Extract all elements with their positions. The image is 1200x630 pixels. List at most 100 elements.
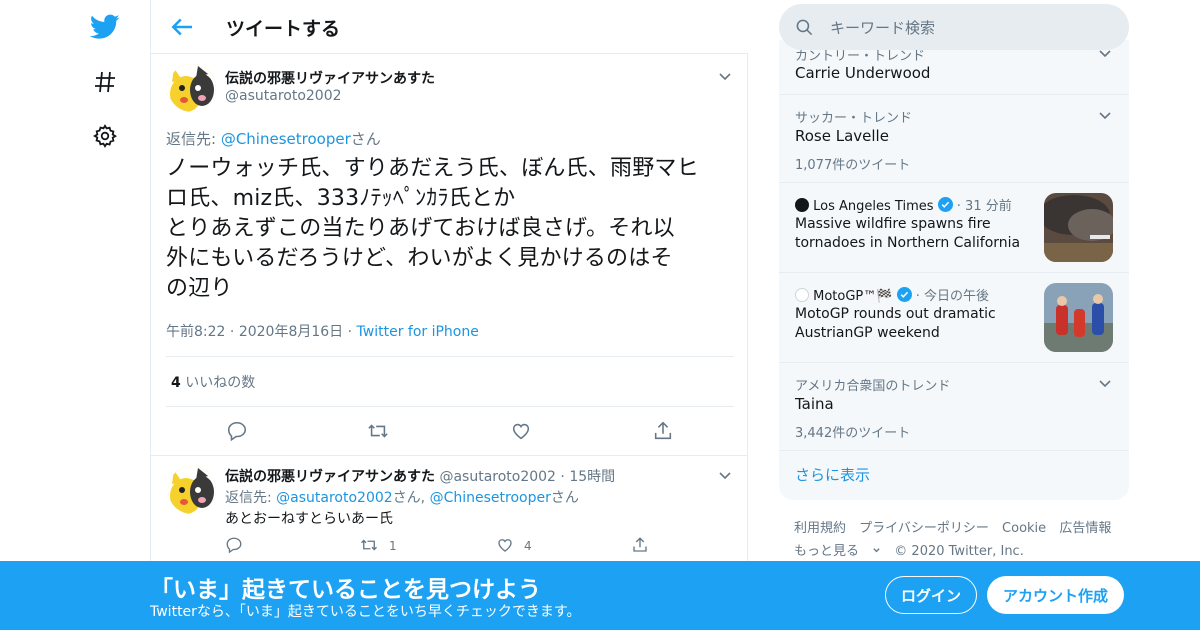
chevron-down-icon[interactable] — [1097, 375, 1113, 395]
avatar[interactable] — [168, 466, 216, 514]
login-button[interactable]: ログイン — [885, 576, 977, 614]
page-header: ツイートする — [151, 0, 748, 54]
trend-context: アメリカ合衆国のトレンド — [795, 379, 951, 394]
footer-link-privacy[interactable]: プライバシーポリシー — [859, 521, 989, 536]
reply-to-link[interactable]: @asutaroto2002 — [276, 490, 393, 506]
tweet-text: あとおーねすとらいあー氏 — [225, 511, 393, 527]
reply-header: 伝説の邪悪リヴァイアサンあすた @asutaroto2002 · 15時間 — [225, 469, 616, 485]
reply-to-link[interactable]: @Chinesetrooper — [221, 130, 351, 148]
search-input[interactable]: キーワード検索 — [830, 17, 935, 38]
trend-name: Rose Lavelle — [795, 127, 889, 145]
settings-gear-icon[interactable] — [88, 119, 122, 153]
tweet-date[interactable]: 2020年8月16日 — [239, 324, 343, 340]
share-icon[interactable] — [652, 420, 674, 442]
news-headline-line: AustrianGP weekend — [795, 325, 940, 341]
reply-suffix: さん — [350, 130, 381, 148]
news-source: MotoGP™🏁 — [813, 289, 893, 304]
news-time: 今日の午後 — [924, 289, 990, 304]
show-more-link[interactable]: さらに表示 — [795, 464, 870, 485]
search-box[interactable]: キーワード検索 — [779, 4, 1129, 50]
signup-button[interactable]: アカウント作成 — [987, 576, 1124, 614]
back-arrow-icon[interactable] — [167, 12, 197, 42]
tweet-text-line: の辺り — [166, 276, 233, 301]
tweet-time[interactable]: 15時間 — [569, 469, 615, 485]
chevron-down-icon — [873, 548, 880, 553]
reply-to-link[interactable]: @Chinesetrooper — [430, 490, 551, 506]
left-navigation — [0, 0, 150, 630]
reply-context: 返信先: @Chinesetrooperさん — [166, 128, 381, 149]
reply-prefix: 返信先: — [225, 490, 277, 506]
trend-name: Carrie Underwood — [795, 64, 931, 82]
retweet-count: 1 — [389, 539, 397, 553]
tweet-text-line: ロ氏、miz氏、333ﾉﾃｯﾍﾟﾝｶﾗ氏とか — [166, 186, 516, 211]
tweet-time[interactable]: 午前8:22 — [166, 324, 225, 340]
like-heart-icon[interactable] — [510, 420, 532, 442]
tweet-text-line: 外にもいるだろうけど、わいがよく見かけるのはそ — [166, 246, 673, 271]
trend-item[interactable]: アメリカ合衆国のトレンド Taina 3,442件のツイート — [779, 363, 1129, 451]
explore-hashtag-icon[interactable] — [88, 65, 122, 99]
news-item[interactable]: MotoGP™🏁 · 今日の午後 MotoGP rounds out drama… — [779, 273, 1129, 363]
footer-link-terms[interactable]: 利用規約 — [794, 521, 846, 536]
page-title: ツイートする — [226, 18, 341, 40]
news-source-logo-icon — [795, 288, 809, 302]
news-headline-line: tornadoes in Northern California — [795, 235, 1021, 251]
likes-label: いいねの数 — [185, 375, 256, 391]
main-column: ツイートする 伝説の邪悪リヴァイアサンあすた @asutaroto2002 返信… — [150, 0, 748, 630]
signup-banner: 「いま」起きていることを見つけよう Twitterなら、「いま」起きていることを… — [0, 561, 1200, 630]
news-time: 31 分前 — [965, 199, 1012, 214]
like-count: 4 — [524, 539, 532, 553]
motogp-news-thumbnail — [1044, 283, 1113, 352]
verified-badge-icon — [896, 287, 912, 302]
search-icon — [795, 18, 814, 41]
news-headline: MotoGP rounds out dramatic AustrianGP we… — [795, 305, 996, 343]
footer-more-label: もっと見る — [794, 544, 860, 559]
likes-count: 4 — [171, 375, 181, 391]
news-headline-line: MotoGP rounds out dramatic — [795, 306, 996, 322]
news-source-logo-icon — [795, 198, 809, 212]
footer-link-cookie[interactable]: Cookie — [1002, 521, 1046, 536]
tweet-text: ノーウォッチ氏、すりあだえう氏、ぼん氏、雨野マヒ ロ氏、miz氏、333ﾉﾃｯﾍ… — [166, 154, 741, 304]
news-meta: Los Angeles Times · 31 分前 — [795, 195, 1012, 214]
reply-prefix: 返信先: — [166, 130, 221, 148]
trend-item[interactable]: サッカー・トレンド Rose Lavelle 1,077件のツイート — [779, 95, 1129, 183]
trend-name: Taina — [795, 395, 834, 413]
chevron-down-icon[interactable] — [717, 68, 733, 88]
news-headline: Massive wildfire spawns fire tornadoes i… — [795, 215, 1020, 253]
avatar[interactable] — [168, 64, 216, 112]
verified-badge-icon — [937, 197, 953, 212]
reply-icon[interactable] — [225, 536, 245, 556]
twitter-logo-icon[interactable] — [88, 10, 122, 44]
share-icon[interactable] — [631, 536, 651, 556]
tweet-text-line: ノーウォッチ氏、すりあだえう氏、ぼん氏、雨野マヒ — [166, 156, 699, 181]
reply-mid: さん, — [392, 490, 430, 506]
footer-more-button[interactable]: もっと見る — [794, 544, 881, 559]
reply-suffix: さん — [550, 490, 579, 506]
divider — [166, 406, 734, 407]
chevron-down-icon[interactable] — [1097, 107, 1113, 127]
retweet-icon[interactable] — [360, 536, 380, 556]
news-item[interactable]: Los Angeles Times · 31 分前 Massive wildfi… — [779, 183, 1129, 273]
right-sidebar: カントリー・トレンド Carrie Underwood サッカー・トレンド Ro… — [779, 0, 1129, 630]
retweet-icon[interactable] — [367, 420, 389, 442]
display-name[interactable]: 伝説の邪悪リヴァイアサンあすた — [225, 68, 435, 88]
trend-tweet-count: 3,442件のツイート — [795, 426, 911, 441]
news-headline-line: Massive wildfire spawns fire — [795, 216, 991, 232]
banner-subtext: Twitterなら、「いま」起きていることをいち早くチェックできます。 — [150, 604, 581, 620]
copyright: © 2020 Twitter, Inc. — [894, 544, 1024, 559]
user-handle[interactable]: @asutaroto2002 — [225, 88, 342, 104]
tweet-meta: 午前8:22 · 2020年8月16日 · Twitter for iPhone — [166, 324, 479, 340]
banner-headline: 「いま」起きていることを見つけよう — [150, 577, 541, 603]
tweet-source-link[interactable]: Twitter for iPhone — [357, 324, 479, 340]
footer-link-ads[interactable]: 広告情報 — [1059, 521, 1111, 536]
chevron-down-icon[interactable] — [717, 467, 733, 487]
divider — [151, 455, 748, 456]
reply-icon[interactable] — [226, 420, 248, 442]
wildfire-news-thumbnail — [1044, 193, 1113, 262]
trend-tweet-count: 1,077件のツイート — [795, 158, 911, 173]
user-handle[interactable]: @asutaroto2002 — [439, 469, 556, 485]
divider — [166, 356, 734, 357]
news-meta: MotoGP™🏁 · 今日の午後 — [795, 285, 989, 304]
like-heart-icon[interactable] — [496, 536, 516, 556]
display-name[interactable]: 伝説の邪悪リヴァイアサンあすた — [225, 469, 435, 485]
likes-stat[interactable]: 4 いいねの数 — [171, 372, 255, 392]
